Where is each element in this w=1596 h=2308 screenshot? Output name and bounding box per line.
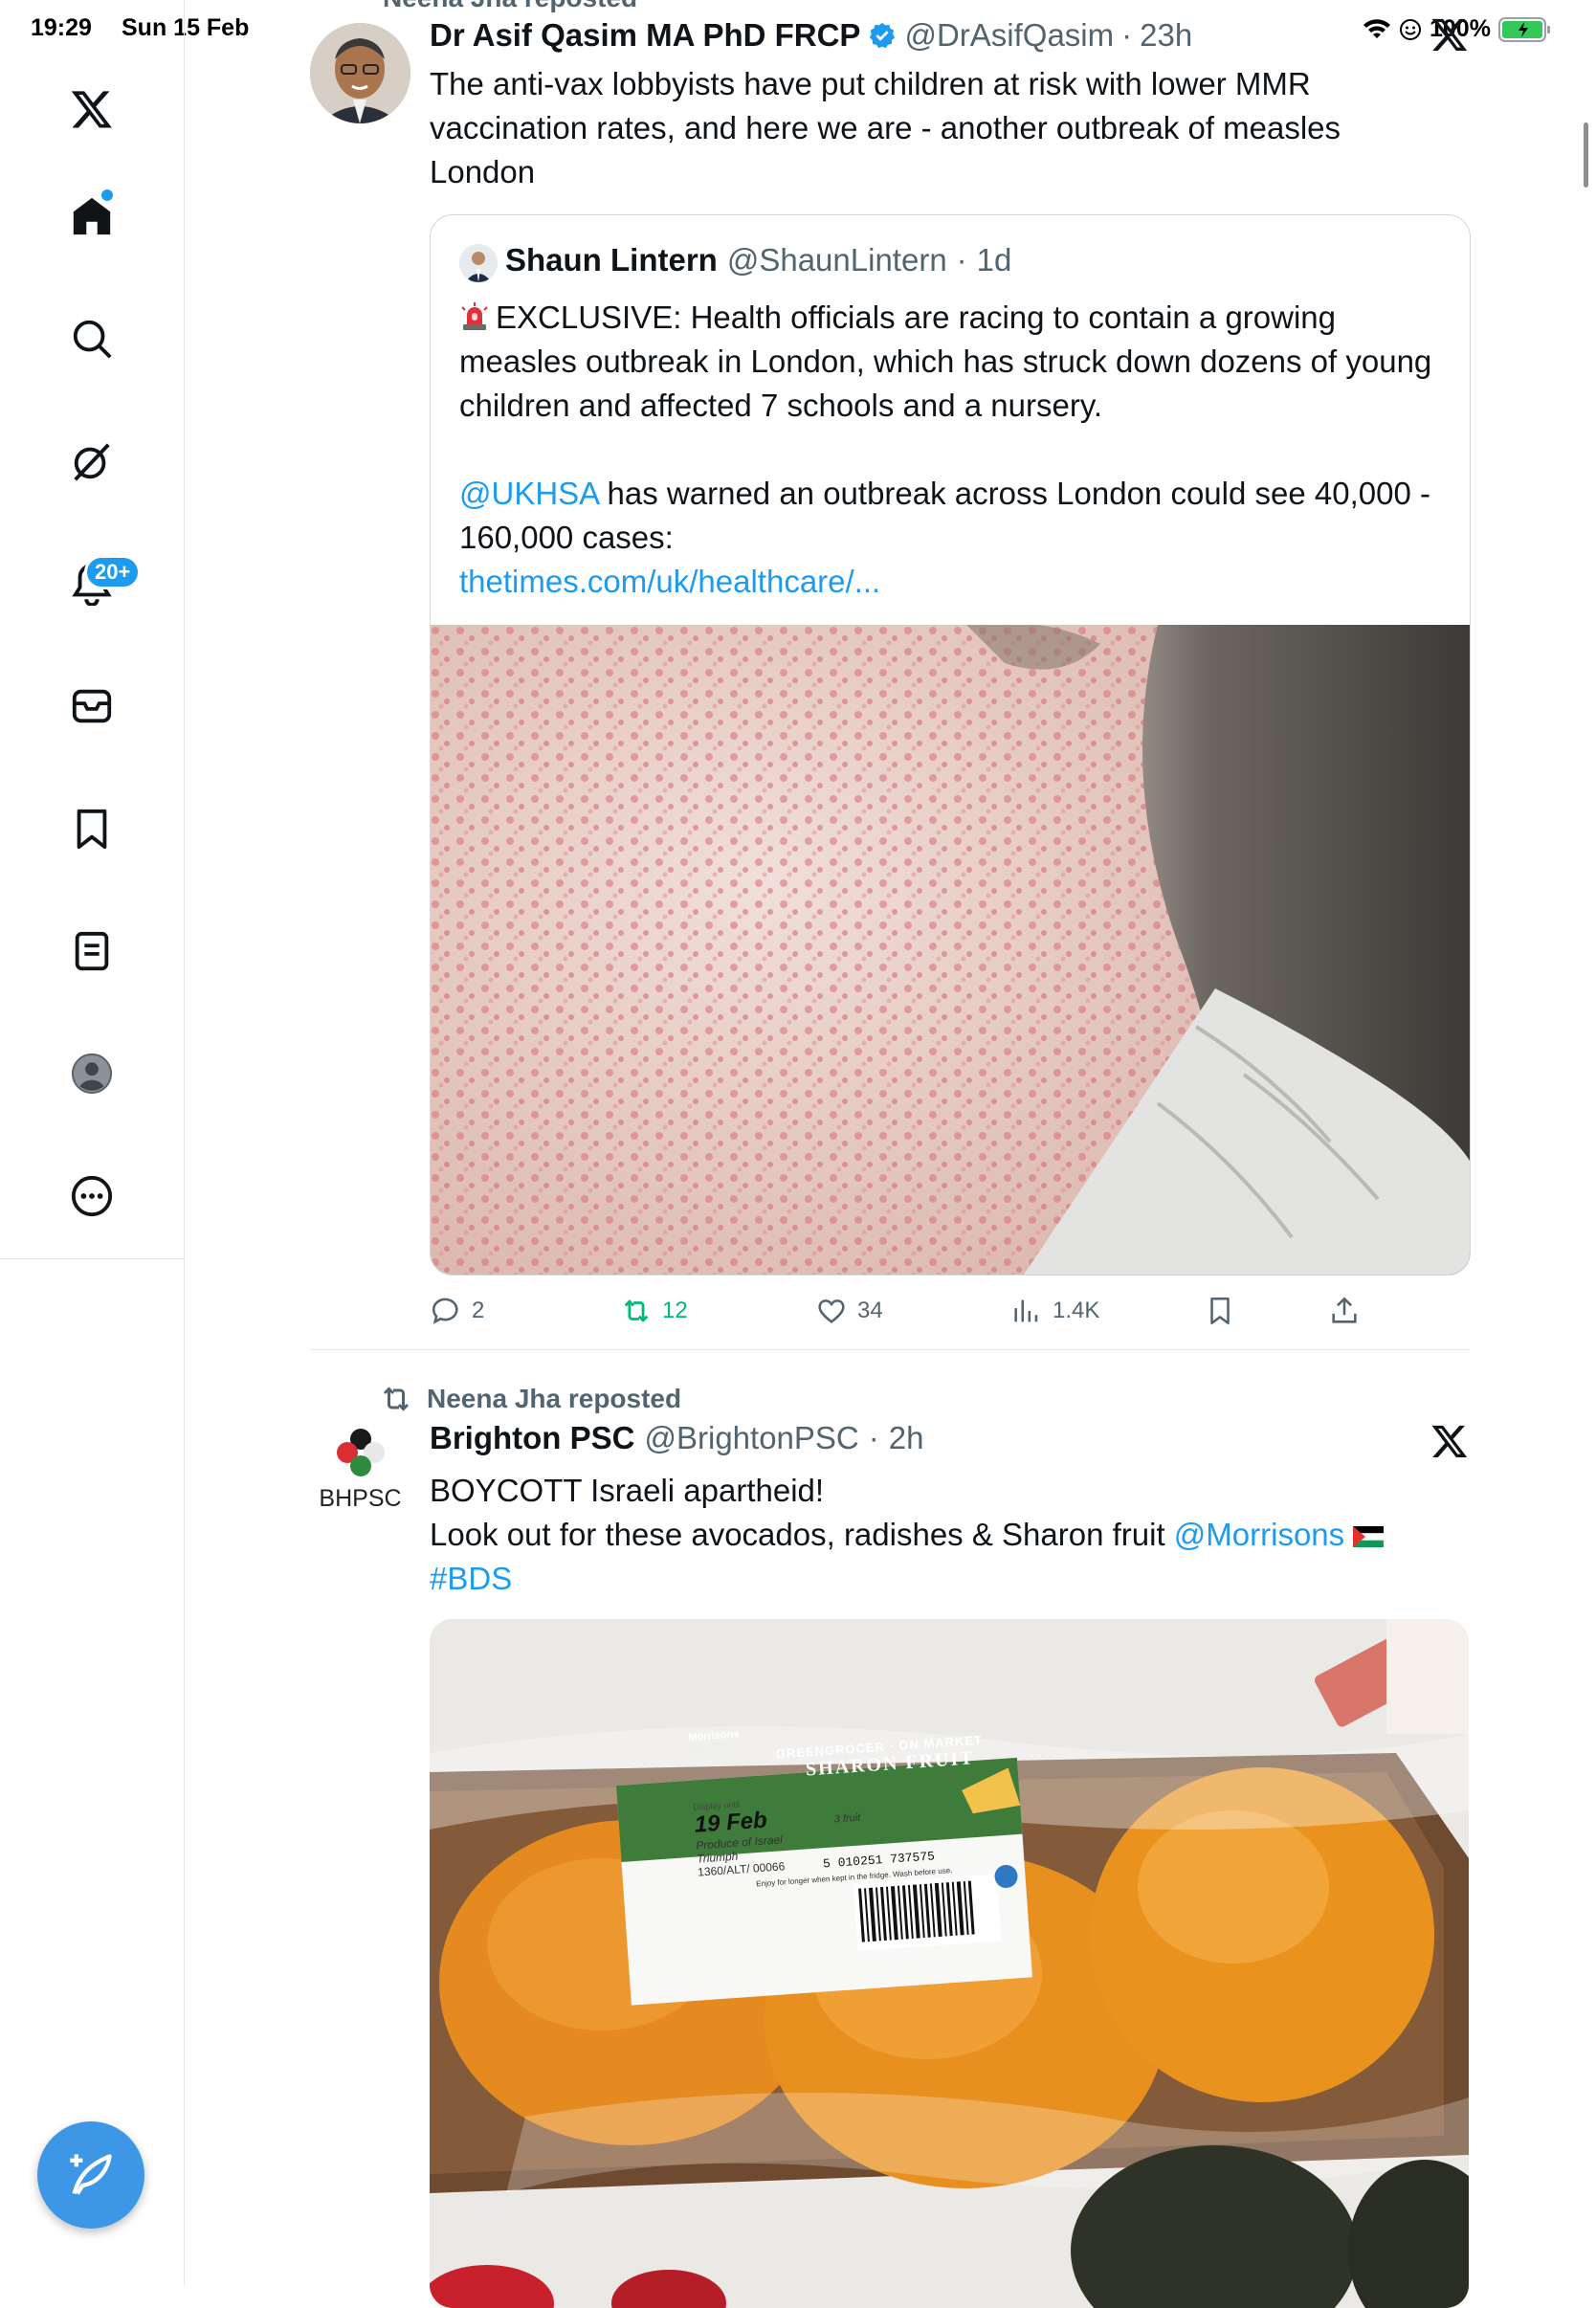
author-handle[interactable]: @BrightonPSC [644, 1420, 858, 1456]
dot-separator: · [868, 1420, 879, 1455]
more-icon[interactable] [63, 1167, 121, 1225]
avatar-text: BHPSC [319, 1485, 402, 1512]
quote-text-part2: has warned an outbreak across London cou… [459, 476, 1430, 555]
article-link[interactable]: thetimes.com/uk/healthcare/... [459, 564, 880, 599]
bookmark-button[interactable] [1204, 1292, 1236, 1330]
heart-icon [818, 1299, 845, 1323]
bookmark-icon [1210, 1297, 1230, 1325]
tweet-time[interactable]: 2h [889, 1420, 924, 1456]
tweet-text-line2: Look out for these avocados, radishes & … [430, 1517, 1165, 1552]
tweet-time[interactable]: 23h [1140, 17, 1192, 54]
focus-icon [1400, 18, 1421, 40]
top-repost-label: Neena Jha reposted [383, 0, 637, 13]
palestine-flag-icon [1353, 1515, 1385, 1547]
x-grok-icon[interactable] [1430, 1422, 1469, 1465]
dot-separator: · [956, 242, 967, 277]
wifi-icon [1363, 18, 1390, 38]
profile-icon[interactable] [63, 1045, 121, 1102]
quote-time[interactable]: 1d [977, 242, 1012, 278]
messages-icon[interactable] [63, 677, 121, 735]
brighton-psc-avatar[interactable]: BHPSC [310, 1426, 410, 1526]
author-handle[interactable]: @DrAsifQasim [904, 17, 1114, 54]
bds-hashtag-link[interactable]: #BDS [430, 1561, 512, 1596]
compose-post-button[interactable] [37, 2121, 144, 2229]
label-count: 3 fruit [833, 1811, 861, 1826]
dot-separator: · [1121, 17, 1133, 53]
search-icon[interactable] [63, 310, 121, 367]
verified-badge-icon [870, 22, 896, 49]
reply-button[interactable]: 2 [430, 1292, 484, 1330]
share-button[interactable] [1328, 1292, 1361, 1330]
like-count: 34 [857, 1298, 883, 1323]
measles-rash-photo[interactable] [431, 625, 1470, 1275]
reply-count: 2 [472, 1298, 485, 1323]
feather-plus-icon [70, 2154, 112, 2195]
like-button[interactable]: 34 [815, 1292, 883, 1330]
bookmarks-icon[interactable] [63, 800, 121, 857]
views-button[interactable]: 1.4K [1010, 1292, 1099, 1330]
tweet-text: The anti-vax lobbyists have put children… [430, 66, 1341, 189]
share-icon [1332, 1297, 1357, 1323]
lists-icon[interactable] [63, 922, 121, 980]
grok-icon[interactable] [63, 433, 121, 490]
repost-label[interactable]: Neena Jha reposted [427, 1384, 681, 1414]
notification-badge: 20+ [84, 555, 142, 589]
quote-author-handle[interactable]: @ShaunLintern [727, 242, 947, 278]
home-unread-dot [100, 188, 115, 203]
quoted-tweet[interactable]: Shaun Lintern @ShaunLintern · 1d EXCLUSI… [430, 214, 1471, 1276]
siren-emoji-icon [459, 300, 490, 330]
repost-count: 12 [662, 1298, 688, 1323]
author-name[interactable]: Brighton PSC [430, 1420, 634, 1456]
sidebar: 20+ [0, 0, 185, 2285]
quote-text-part1: EXCLUSIVE: Health officials are racing t… [459, 300, 1432, 423]
battery-icon [1497, 16, 1550, 42]
quote-author-avatar[interactable] [459, 244, 498, 282]
repost-icon [624, 1299, 649, 1322]
tweet-divider [310, 1349, 1470, 1350]
quote-text: EXCLUSIVE: Health officials are racing t… [459, 296, 1445, 604]
x-logo-icon[interactable] [63, 80, 121, 138]
author-name[interactable]: Dr Asif Qasim MA PhD FRCP [430, 17, 860, 54]
repost-indicator-icon [383, 1387, 410, 1411]
quote-author-name[interactable]: Shaun Lintern [505, 242, 718, 278]
x-grok-icon[interactable] [1430, 15, 1469, 58]
scroll-indicator[interactable] [1584, 122, 1588, 188]
views-chart-icon [1014, 1299, 1038, 1322]
tweet-text: BOYCOTT Israeli apartheid! Look out for … [430, 1469, 1473, 1601]
repost-button[interactable]: 12 [620, 1292, 688, 1330]
tweet-text-line1: BOYCOTT Israeli apartheid! [430, 1473, 825, 1508]
sidebar-divider [0, 1258, 184, 1259]
sharon-fruit-photo[interactable]: Morrisons Since 1899 GREENGROCER · ON MA… [430, 1619, 1469, 2308]
reply-icon [432, 1298, 458, 1324]
views-count: 1.4K [1053, 1298, 1100, 1323]
author-avatar[interactable] [310, 23, 410, 123]
ukhsa-mention-link[interactable]: @UKHSA [459, 476, 598, 511]
morrisons-mention-link[interactable]: @Morrisons [1174, 1517, 1344, 1552]
